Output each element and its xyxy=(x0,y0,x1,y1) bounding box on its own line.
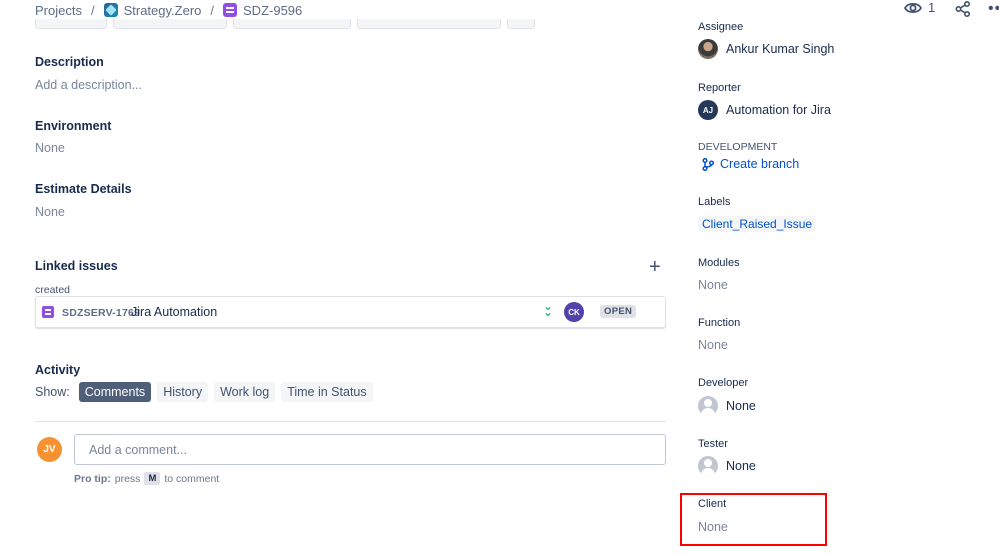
project-icon xyxy=(103,3,118,17)
issue-type-icon xyxy=(42,306,54,318)
tester-label: Tester xyxy=(698,438,728,450)
function-label: Function xyxy=(698,317,741,329)
watch-count: 1 xyxy=(928,0,936,15)
tab-time-in-status[interactable]: Time in Status xyxy=(281,382,373,402)
breadcrumb: Projects / Strategy.Zero / SDZ-9596 xyxy=(35,1,302,19)
development-label: DEVELOPMENT xyxy=(698,141,778,153)
environment-field[interactable]: None xyxy=(35,141,65,155)
field-chip[interactable] xyxy=(357,19,501,29)
breadcrumb-separator: / xyxy=(90,2,95,18)
add-linked-issue-button[interactable]: + xyxy=(649,257,661,277)
more-icon[interactable]: ••• xyxy=(988,0,999,18)
breadcrumb-separator: / xyxy=(210,2,215,18)
highlight-box xyxy=(680,493,827,546)
field-chip[interactable] xyxy=(233,19,351,29)
plus-icon: + xyxy=(649,256,661,278)
labels-field[interactable]: Client_Raised_Issue xyxy=(698,215,817,232)
branch-icon xyxy=(702,157,714,171)
breadcrumb-project-link[interactable]: Strategy.Zero xyxy=(124,3,202,18)
assignee-label: Assignee xyxy=(698,21,744,33)
modules-field[interactable]: None xyxy=(698,278,728,292)
developer-value: None xyxy=(726,399,756,413)
linked-issues-heading: Linked issues xyxy=(35,259,118,273)
modules-label: Modules xyxy=(698,257,740,269)
breadcrumb-projects-link[interactable]: Projects xyxy=(35,3,82,18)
reporter-field[interactable]: AJ Automation for Jira xyxy=(698,100,831,120)
tab-history[interactable]: History xyxy=(157,382,209,402)
avatar xyxy=(698,39,718,59)
label-chip[interactable]: Client_Raised_Issue xyxy=(698,216,817,232)
eye-icon xyxy=(904,2,922,13)
estimate-field[interactable]: None xyxy=(35,205,65,219)
divider xyxy=(35,421,666,422)
comment-input[interactable]: Add a comment... xyxy=(74,434,666,465)
share-icon[interactable] xyxy=(955,1,971,17)
create-branch-label: Create branch xyxy=(720,157,800,171)
environment-heading: Environment xyxy=(35,119,112,133)
linked-issue-row[interactable]: SDZSERV-1769 Jira Automation ⌄ ⌄ CK OPEN xyxy=(35,296,666,328)
linked-issue-key[interactable]: SDZSERV-1769 xyxy=(62,307,140,319)
assignee-field[interactable]: Ankur Kumar Singh xyxy=(698,39,834,59)
function-field[interactable]: None xyxy=(698,338,728,352)
status-badge[interactable]: OPEN xyxy=(600,305,637,318)
keyboard-shortcut-key: M xyxy=(144,472,161,485)
field-chips-strip xyxy=(35,19,535,29)
avatar: JV xyxy=(37,437,62,462)
pro-tip-press: press xyxy=(114,472,141,485)
developer-field[interactable]: None xyxy=(698,396,756,416)
estimate-heading: Estimate Details xyxy=(35,182,132,196)
tab-comments[interactable]: Comments xyxy=(78,382,152,402)
field-chip[interactable] xyxy=(507,19,535,29)
tester-field[interactable]: None xyxy=(698,456,756,476)
reporter-name: Automation for Jira xyxy=(726,103,831,117)
tab-work-log[interactable]: Work log xyxy=(214,382,276,402)
issue-type-icon xyxy=(223,3,238,17)
pro-tip-suffix: to comment xyxy=(164,472,220,485)
description-heading: Description xyxy=(35,55,104,69)
description-field[interactable]: Add a description... xyxy=(35,78,142,92)
pro-tip: Pro tip: press M to comment xyxy=(74,472,219,485)
developer-label: Developer xyxy=(698,377,749,389)
activity-show-label: Show: xyxy=(35,385,70,399)
user-placeholder-icon xyxy=(698,456,718,476)
avatar: CK xyxy=(564,302,584,322)
create-branch-link[interactable]: Create branch xyxy=(702,157,799,171)
priority-lowest-icon: ⌄ ⌄ xyxy=(543,299,554,319)
link-relation-label: created xyxy=(35,284,71,296)
activity-tabs: Show: Comments History Work log Time in … xyxy=(35,382,373,402)
activity-heading: Activity xyxy=(35,363,81,377)
breadcrumb-issue-link[interactable]: SDZ-9596 xyxy=(243,3,302,18)
labels-label: Labels xyxy=(698,196,731,208)
assignee-name: Ankur Kumar Singh xyxy=(726,42,835,56)
field-chip[interactable] xyxy=(35,19,107,29)
linked-issue-summary[interactable]: Jira Automation xyxy=(131,305,217,319)
avatar: AJ xyxy=(698,100,718,120)
pro-tip-label: Pro tip: xyxy=(74,472,111,485)
field-chip[interactable] xyxy=(113,19,227,29)
tester-value: None xyxy=(726,459,756,473)
watch-button[interactable]: 1 xyxy=(904,0,935,15)
reporter-label: Reporter xyxy=(698,82,741,94)
user-placeholder-icon xyxy=(698,396,718,416)
